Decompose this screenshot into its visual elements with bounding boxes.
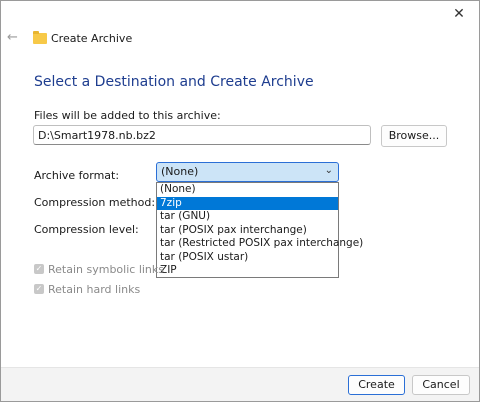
create-archive-dialog: ✕ ← Create Archive Select a Destination … bbox=[0, 0, 480, 402]
page-heading: Select a Destination and Create Archive bbox=[34, 74, 314, 90]
window-title: Create Archive bbox=[51, 32, 133, 45]
close-icon[interactable]: ✕ bbox=[447, 5, 471, 23]
back-arrow-icon[interactable]: ← bbox=[7, 31, 21, 45]
create-button[interactable]: Create bbox=[348, 375, 405, 395]
retain-symbolic-links-checkbox[interactable]: ✓ bbox=[34, 264, 44, 274]
archive-format-dropdown: (None) 7zip tar (GNU) tar (POSIX pax int… bbox=[156, 182, 363, 278]
dialog-footer: Create Cancel bbox=[1, 367, 479, 401]
compression-level-label: Compression level: bbox=[34, 223, 139, 236]
retain-hard-links-label: Retain hard links bbox=[48, 283, 141, 296]
archive-path-input[interactable] bbox=[33, 125, 371, 145]
archive-folder-icon bbox=[33, 31, 47, 44]
format-option-7zip[interactable]: 7zip bbox=[157, 196, 338, 210]
format-option-tar-posix-pax[interactable]: tar (POSIX pax interchange) bbox=[157, 224, 338, 238]
retain-hard-links-checkbox[interactable]: ✓ bbox=[34, 284, 44, 294]
format-option-tar-restricted-pax[interactable]: tar (Restricted POSIX pax interchange) bbox=[157, 237, 363, 251]
format-option-tar-ustar[interactable]: tar (POSIX ustar) bbox=[157, 251, 338, 265]
destination-label: Files will be added to this archive: bbox=[34, 109, 221, 122]
archive-format-value: (None) bbox=[161, 165, 199, 178]
retain-symbolic-links-label: Retain symbolic links bbox=[48, 263, 165, 276]
archive-format-label: Archive format: bbox=[34, 169, 120, 182]
chevron-down-icon: ⌄ bbox=[324, 165, 333, 176]
compression-method-label: Compression method: bbox=[34, 196, 156, 209]
cancel-button[interactable]: Cancel bbox=[412, 375, 470, 395]
format-option-tar-gnu[interactable]: tar (GNU) bbox=[157, 210, 338, 224]
archive-format-select[interactable]: (None) ⌄ bbox=[156, 162, 339, 182]
format-option-none[interactable]: (None) bbox=[157, 183, 338, 197]
browse-button[interactable]: Browse... bbox=[381, 125, 447, 147]
format-option-zip[interactable]: ZIP bbox=[157, 264, 338, 278]
